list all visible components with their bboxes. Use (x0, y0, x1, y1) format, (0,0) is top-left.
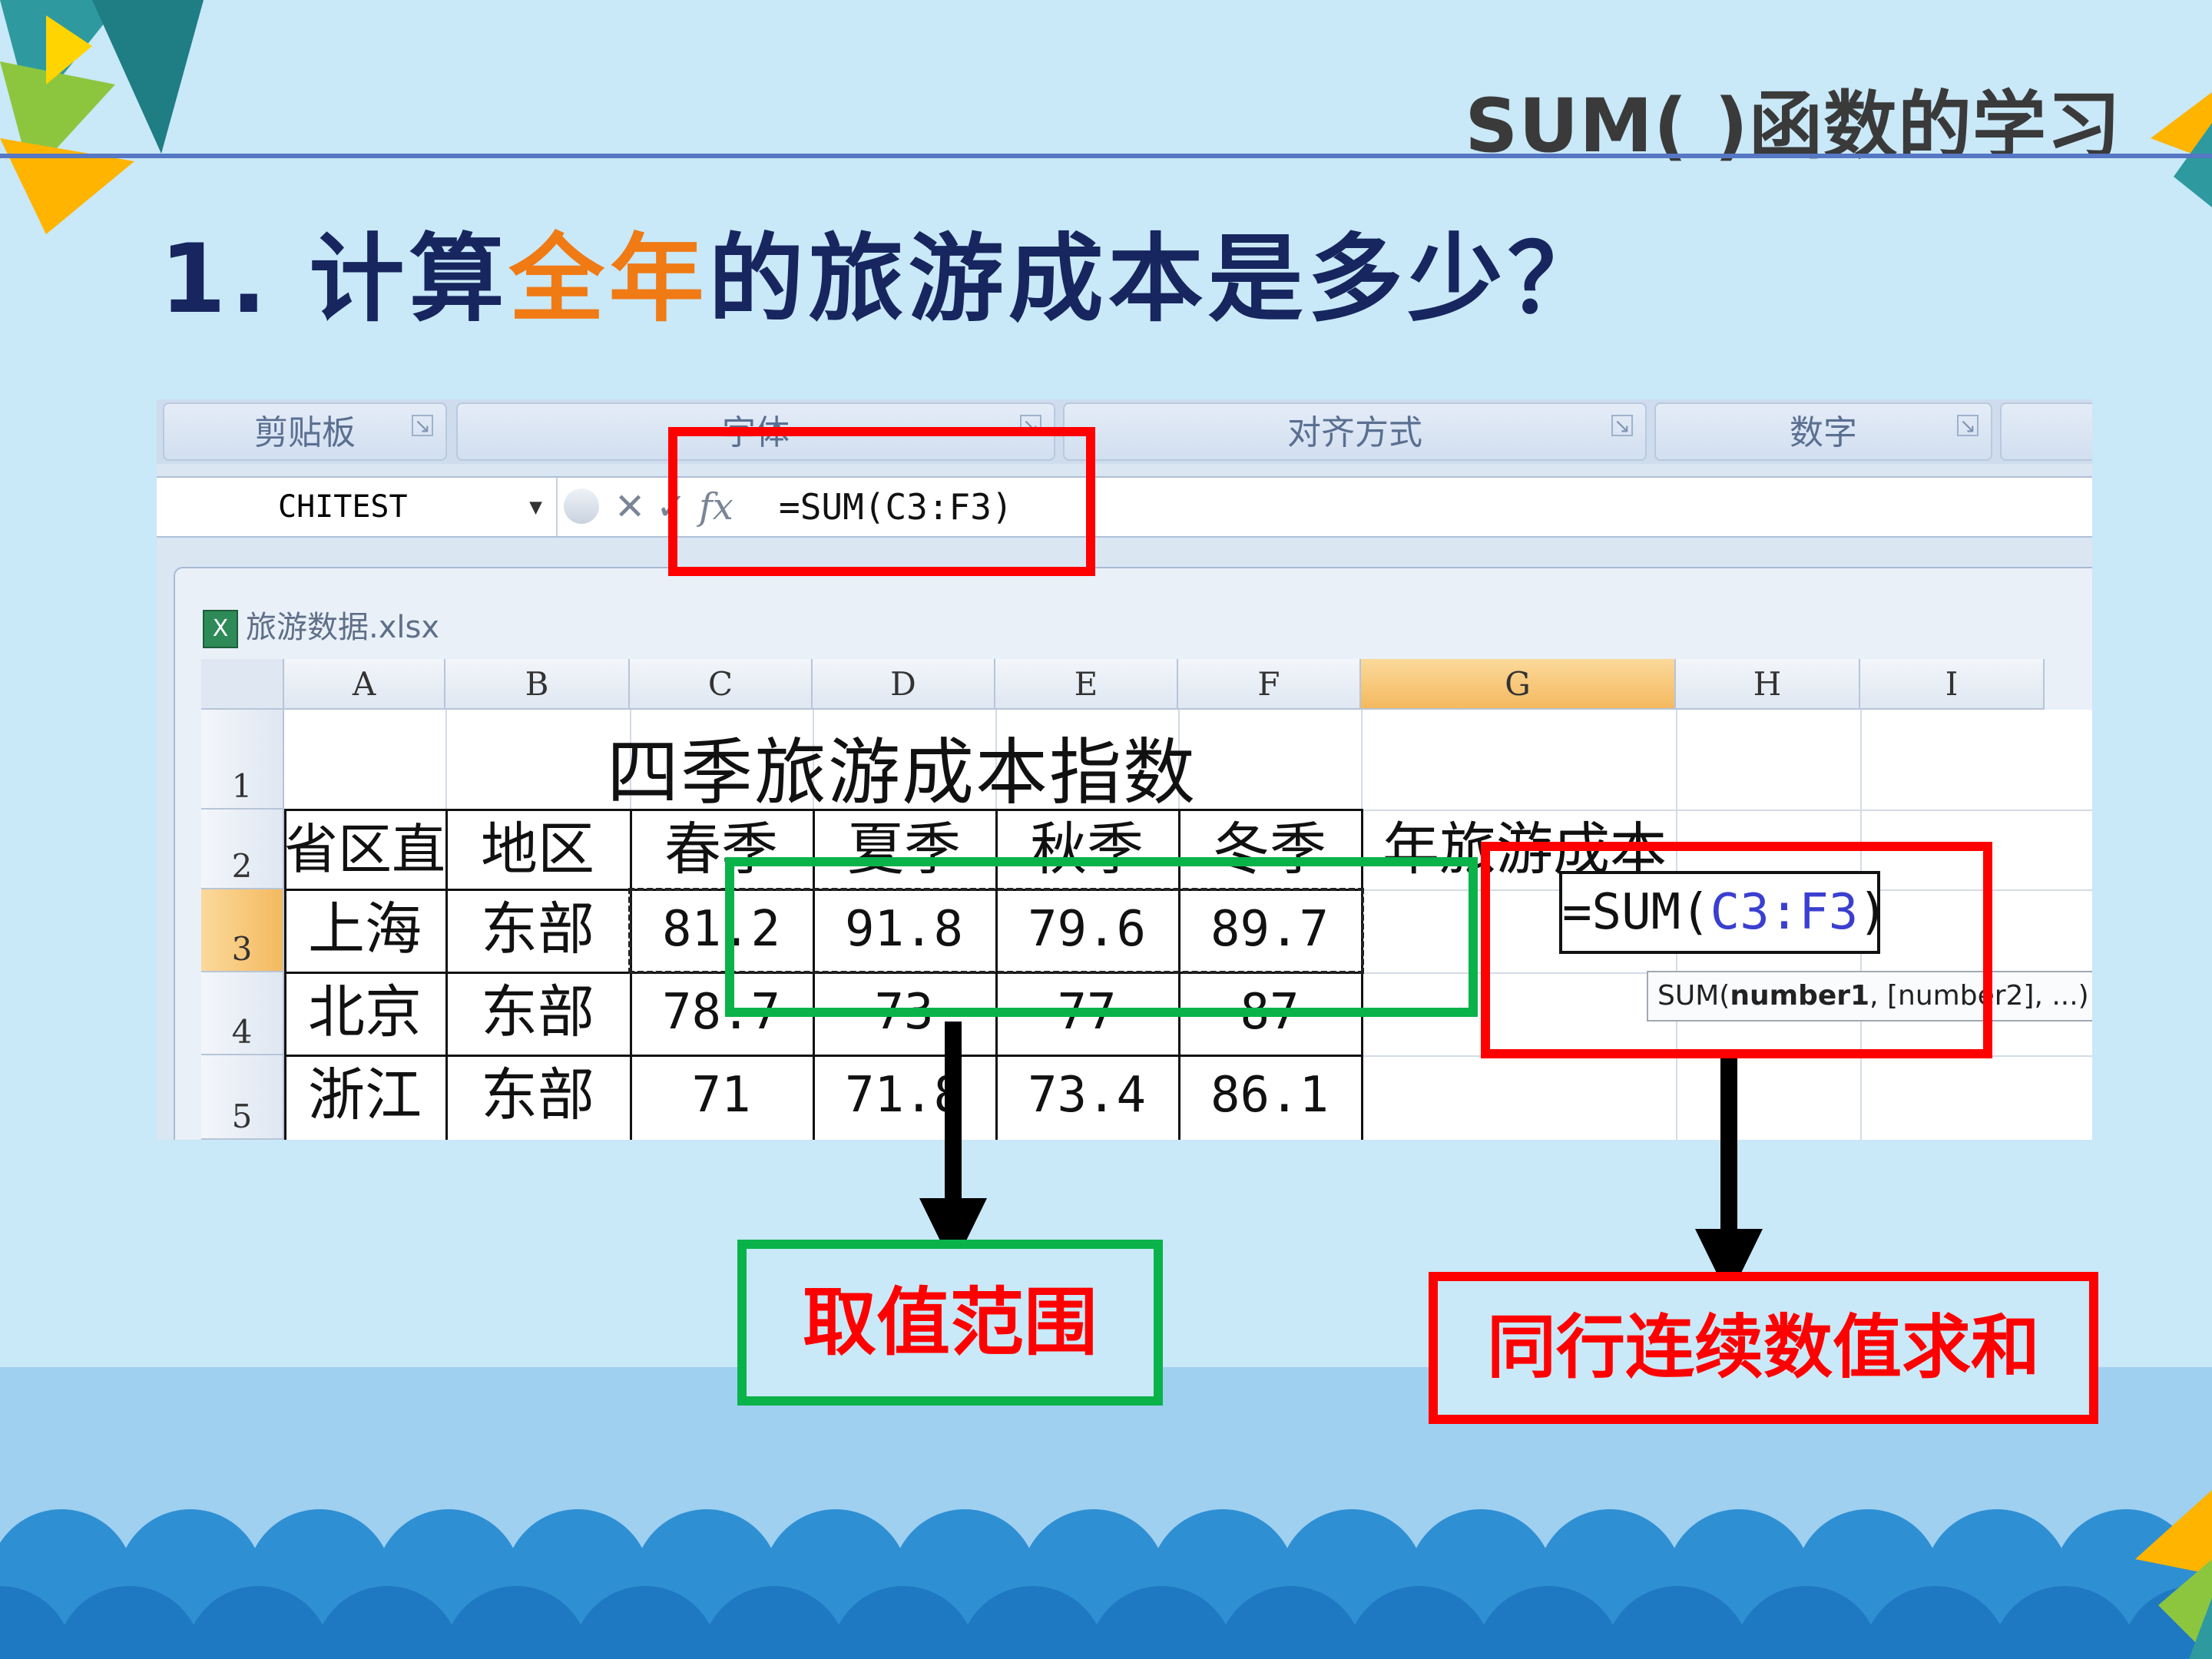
column-header-c[interactable]: C (630, 659, 813, 710)
question-highlight: 全年 (508, 224, 709, 335)
ribbon-group-label: 剪贴板 (254, 413, 356, 452)
column-header-h[interactable]: H (1676, 659, 1860, 710)
data-cell[interactable]: 71.8 (813, 1055, 995, 1135)
name-box-value: CHITEST (278, 489, 408, 525)
column-header-a[interactable]: A (284, 659, 445, 710)
dialog-launcher-icon[interactable]: ↘ (1957, 415, 1979, 436)
ribbon-group-number[interactable]: 数字 ↘ (1654, 402, 1992, 461)
row-header-2[interactable]: 2 (201, 810, 284, 889)
question-heading: 1. 计算全年的旅游成本是多少？ (160, 201, 1608, 339)
column-header-i[interactable]: I (1860, 659, 2045, 710)
workbook-filename: 旅游数据.xlsx (246, 610, 440, 645)
ribbon-group-more[interactable] (2000, 402, 2092, 461)
select-all-corner[interactable] (201, 659, 284, 710)
row-header-3[interactable]: 3 (201, 889, 284, 972)
arrow-shaft (945, 1022, 962, 1221)
range-label: 取值范围 (737, 1240, 1163, 1406)
row-number: 3 (231, 930, 253, 968)
wave-decoration (0, 1509, 2212, 1659)
question-suffix: 的旅游成本是多少？ (708, 224, 1608, 335)
column-header-e[interactable]: E (995, 659, 1178, 710)
data-cell[interactable]: 东部 (445, 889, 630, 969)
question-prefix: 1. 计算 (160, 224, 509, 335)
header-cell[interactable]: 省区直辖市 (284, 810, 445, 889)
row-header-5[interactable]: 5 (201, 1055, 284, 1140)
cancel-icon[interactable]: ✕ (614, 478, 645, 536)
ribbon-group-label: 对齐方式 (1287, 413, 1422, 452)
row-header-1[interactable]: 1 (201, 710, 284, 810)
data-cell[interactable]: 浙江 (284, 1055, 445, 1135)
ribbon: 剪贴板 ↘ 字体 ↘ 对齐方式 ↘ 数字 ↘ (157, 399, 2092, 464)
workbook-title: X 旅游数据.xlsx (203, 602, 439, 648)
range-highlight (725, 857, 1478, 1017)
dialog-launcher-icon[interactable]: ↘ (412, 415, 433, 436)
column-header-f[interactable]: F (1178, 659, 1361, 710)
sum-label: 同行连续数值求和 (1429, 1272, 2098, 1424)
column-header-b[interactable]: B (445, 659, 630, 710)
row-number: 5 (231, 1098, 253, 1135)
row-number: 1 (231, 767, 253, 805)
formula-bar-highlight (668, 427, 1095, 576)
header-divider (0, 154, 2212, 158)
corner-decoration-top-right (2151, 92, 2212, 207)
data-cell[interactable]: 东部 (445, 1055, 630, 1135)
sheet-title-cell[interactable]: 四季旅游成本指数 (607, 714, 1197, 819)
header-cell[interactable]: 地区 (445, 810, 630, 889)
data-cell[interactable]: 73.4 (995, 1055, 1178, 1135)
ribbon-group-clipboard[interactable]: 剪贴板 ↘ (163, 402, 447, 461)
excel-file-icon: X (203, 610, 238, 648)
row-number: 2 (231, 847, 253, 885)
dialog-launcher-icon[interactable]: ↘ (1611, 415, 1633, 436)
resize-handle-icon[interactable] (564, 488, 599, 524)
corner-decoration-bottom-right (2135, 1490, 2212, 1659)
sum-cell-highlight (1481, 842, 1992, 1058)
data-cell[interactable]: 86.1 (1178, 1055, 1361, 1135)
row-number: 4 (231, 1013, 253, 1051)
data-cell[interactable]: 上海 (284, 889, 445, 969)
chevron-down-icon[interactable]: ▼ (529, 478, 542, 536)
data-cell[interactable]: 71 (630, 1055, 813, 1135)
row-header-4[interactable]: 4 (201, 972, 284, 1055)
data-cell[interactable]: 北京 (284, 972, 445, 1052)
column-header-g[interactable]: G (1361, 659, 1676, 710)
ribbon-group-alignment[interactable]: 对齐方式 ↘ (1063, 402, 1647, 461)
formula-bar: CHITEST ▼ ✕ ✓ fx =SUM(C3:F3) (157, 476, 2092, 538)
column-header-d[interactable]: D (813, 659, 995, 710)
ribbon-group-label: 数字 (1790, 413, 1857, 452)
name-box[interactable]: CHITEST ▼ (157, 478, 558, 536)
data-cell[interactable]: 东部 (445, 972, 630, 1052)
